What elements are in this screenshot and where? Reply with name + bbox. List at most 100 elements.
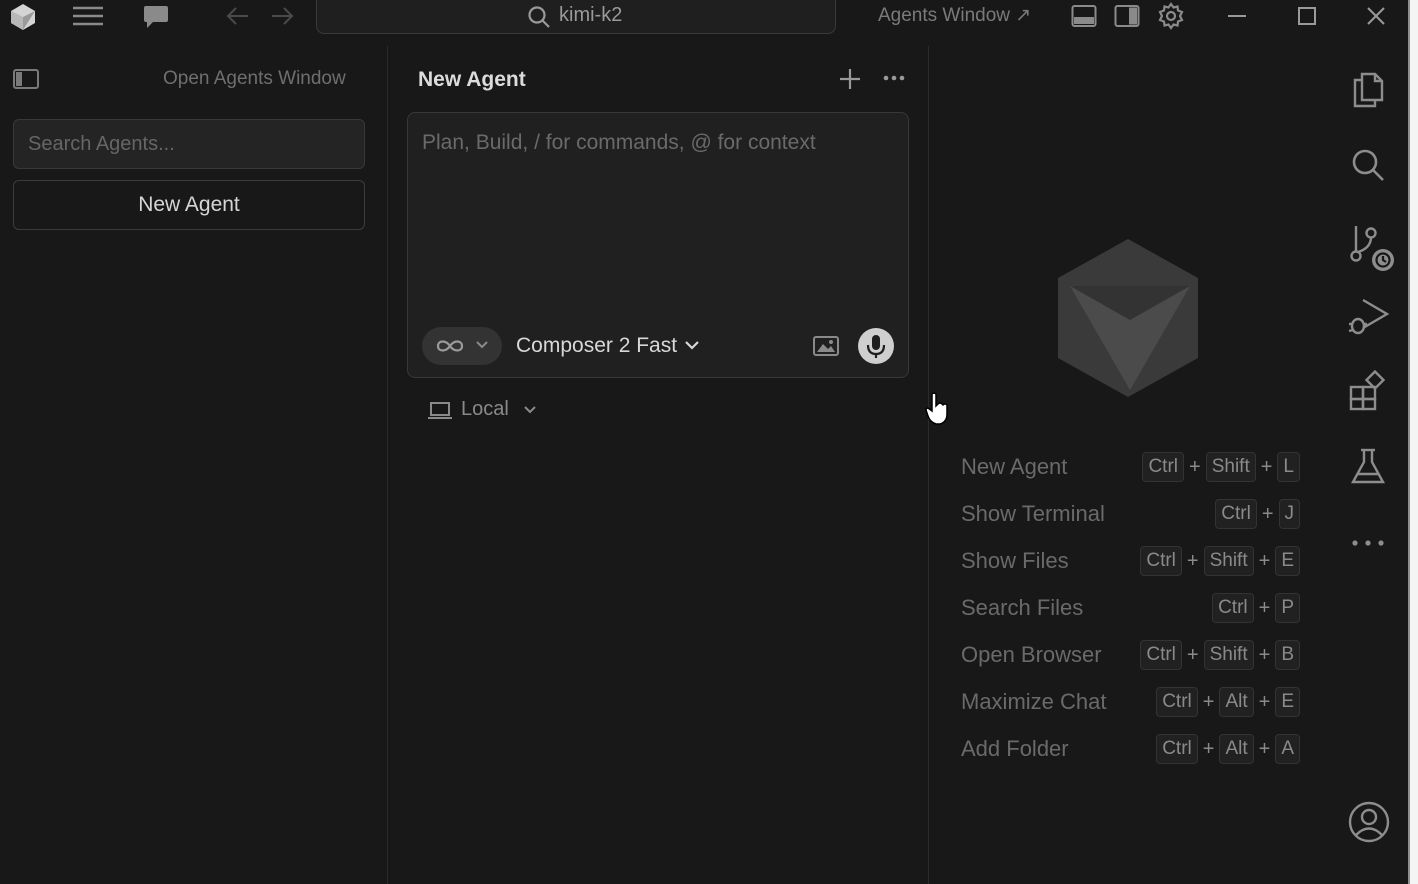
shortcut-keys: Ctrl + P [1212,593,1300,623]
key-plus: + [1186,549,1199,572]
minimize-icon[interactable] [1228,14,1246,18]
source-control-icon[interactable] [1347,218,1403,274]
shortcut-label[interactable]: Show Terminal [961,501,1105,527]
key-cap: Alt [1219,734,1254,764]
key-cap: A [1275,734,1300,764]
new-agent-button[interactable]: New Agent [13,180,365,230]
toggle-secondary-sidebar-icon[interactable] [1114,4,1140,28]
shortcut-keys: Ctrl + J [1215,499,1300,529]
mouse-cursor-icon [924,392,950,426]
close-icon[interactable] [1366,6,1386,26]
sidebar-toggle-icon[interactable] [13,69,39,89]
shortcut-label[interactable]: Open Browser [961,642,1102,668]
testing-flask-icon[interactable] [1347,446,1389,488]
more-icon[interactable] [1347,538,1389,548]
key-plus: + [1186,643,1199,666]
agents-window-link[interactable]: Agents Window ↗ [878,4,1031,27]
key-plus: + [1202,690,1215,713]
laptop-icon [428,402,452,420]
window-edge-line [1408,0,1410,884]
key-cap: E [1275,687,1300,717]
search-text: kimi-k2 [559,4,623,26]
chat-icon[interactable] [143,4,169,30]
forward-arrow-icon[interactable] [270,6,294,26]
shortcut-label[interactable]: New Agent [961,454,1067,480]
shortcut-keys: Ctrl + Alt + A [1156,734,1300,764]
key-plus: + [1261,502,1274,525]
maximize-icon[interactable] [1298,7,1316,25]
key-plus: + [1258,549,1271,572]
location-label: Local [461,398,509,420]
shortcut-label[interactable]: Show Files [961,548,1069,574]
settings-gear-icon[interactable] [1157,2,1185,30]
chevron-down-icon [524,406,536,414]
composer-placeholder[interactable]: Plan, Build, / for commands, @ for conte… [422,131,816,155]
image-attach-icon[interactable] [813,335,839,357]
activity-bar [1333,46,1408,884]
key-cap: J [1278,499,1300,529]
shortcut-keys: Ctrl + Shift + E [1140,546,1300,576]
key-cap: Ctrl [1140,546,1182,576]
infinity-icon [436,338,464,354]
shortcut-row: Search Files Ctrl + P [960,591,1300,627]
shortcut-row: Open Browser Ctrl + Shift + B [960,638,1300,674]
back-arrow-icon[interactable] [226,6,250,26]
cursor-logo-watermark [1056,238,1200,398]
key-cap: Ctrl [1140,640,1182,670]
microphone-icon[interactable] [858,328,894,364]
shortcut-keys: Ctrl + Shift + B [1140,640,1300,670]
shortcut-row: Add Folder Ctrl + Alt + A [960,732,1300,768]
files-icon[interactable] [1347,68,1389,110]
shortcut-row: Show Terminal Ctrl + J [960,497,1300,533]
key-cap: Ctrl [1156,734,1198,764]
panel-title: New Agent [418,68,526,91]
app-logo-icon[interactable] [10,3,36,31]
search-agents-input[interactable] [13,119,365,169]
key-plus: + [1189,455,1201,478]
key-cap: E [1275,546,1300,576]
key-cap: B [1275,640,1300,670]
key-cap: Ctrl [1212,593,1254,623]
key-cap: Shift [1205,452,1256,482]
shortcut-row: Maximize Chat Ctrl + Alt + E [960,685,1300,721]
chevron-down-icon [476,341,488,349]
shortcut-label[interactable]: Search Files [961,595,1083,621]
model-selector[interactable]: Composer 2 Fast [516,334,677,358]
open-agents-window-link[interactable]: Open Agents Window [163,68,346,90]
key-cap: Ctrl [1142,452,1185,482]
agents-sidebar: Open Agents Window New Agent [0,46,388,884]
key-cap: P [1275,593,1300,623]
shortcut-keys: Ctrl + Shift + L [1142,452,1300,482]
composer-box[interactable]: Plan, Build, / for commands, @ for conte… [407,112,909,378]
toggle-panel-icon[interactable] [1071,4,1097,28]
key-cap: Shift [1203,640,1254,670]
key-cap: Shift [1203,546,1254,576]
key-cap: L [1277,452,1300,482]
search-icon[interactable] [1347,144,1389,186]
key-plus: + [1258,596,1271,619]
more-options-icon[interactable] [883,75,905,81]
mode-selector[interactable] [422,327,502,365]
search-icon [527,5,551,29]
model-chevron-down-icon[interactable] [685,341,699,350]
agent-panel: New Agent Plan, Build, / for commands, @… [388,46,929,884]
shortcut-keys: Ctrl + Alt + E [1156,687,1300,717]
shortcut-label[interactable]: Maximize Chat [961,689,1106,715]
account-icon[interactable] [1347,800,1391,844]
shortcut-row: Show Files Ctrl + Shift + E [960,544,1300,580]
key-plus: + [1258,737,1271,760]
key-cap: Alt [1219,687,1254,717]
run-debug-icon[interactable] [1347,294,1391,338]
key-plus: + [1258,690,1271,713]
shortcut-label[interactable]: Add Folder [961,736,1069,762]
key-cap: Ctrl [1156,687,1198,717]
key-plus: + [1260,455,1273,478]
command-search-box[interactable]: kimi-k2 [316,0,836,34]
shortcut-row: New Agent Ctrl + Shift + L [960,450,1300,486]
key-cap: Ctrl [1215,499,1257,529]
title-bar: kimi-k2 Agents Window ↗ [0,0,1408,46]
key-plus: + [1202,737,1215,760]
menu-icon[interactable] [72,5,104,27]
extensions-icon[interactable] [1347,370,1389,412]
add-agent-icon[interactable] [839,68,861,90]
